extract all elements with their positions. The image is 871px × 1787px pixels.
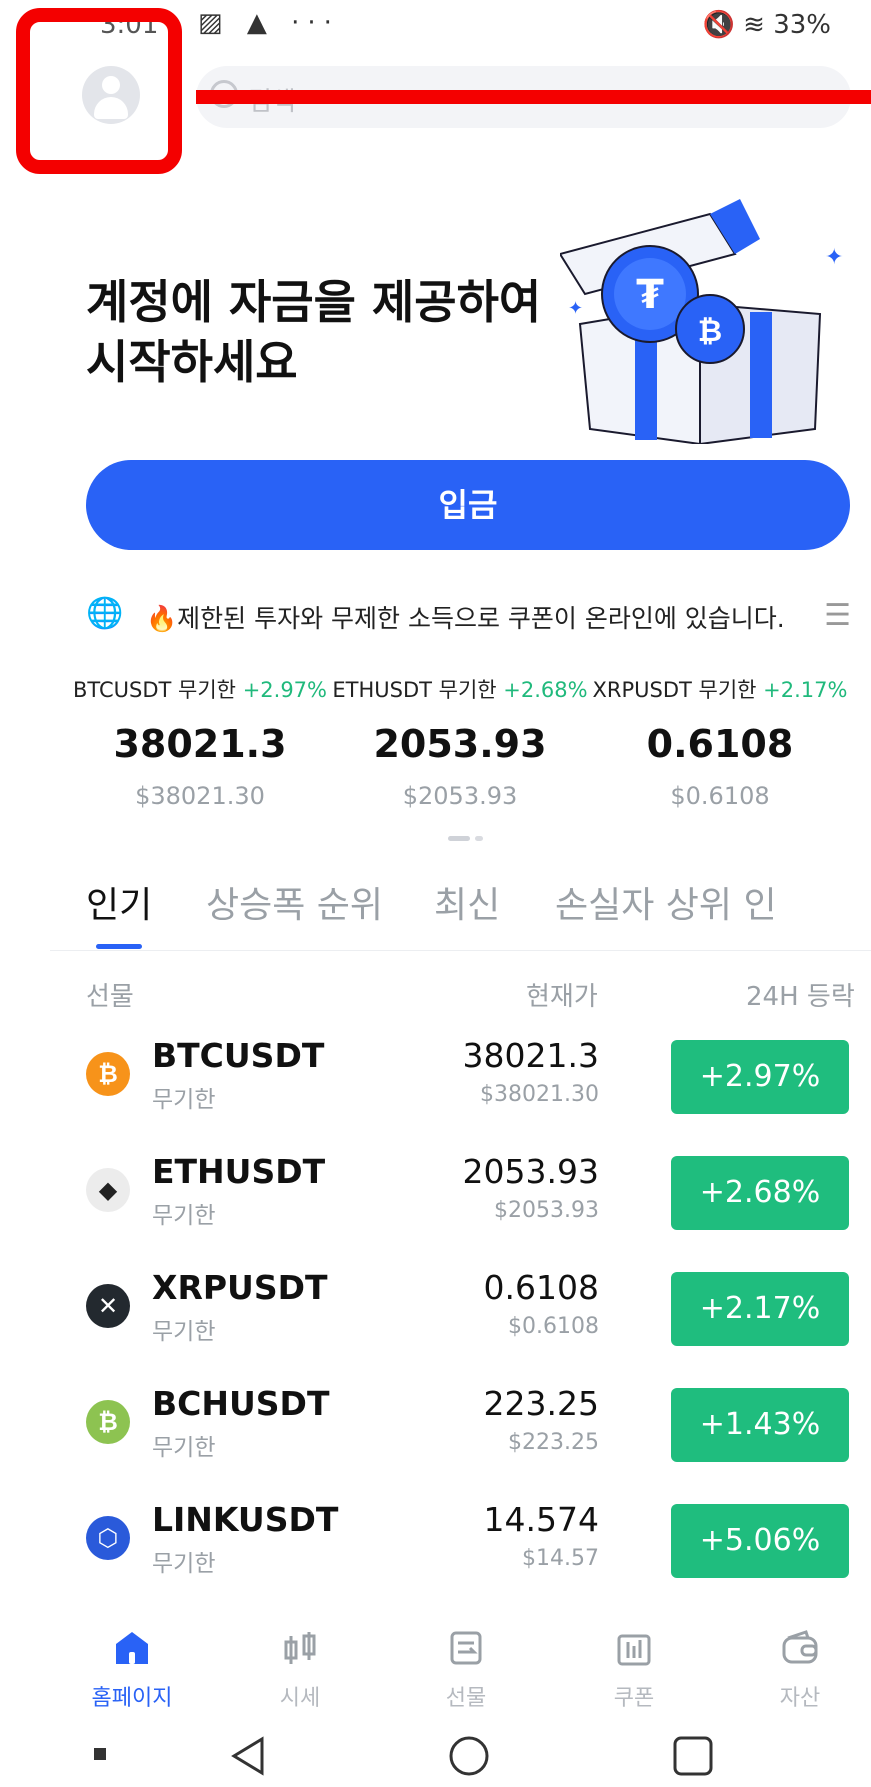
ticker-eth[interactable]: ETHUSDT 무기한 +2.68% 2053.93 $2053.93 <box>330 674 590 810</box>
coin-usd-price: $223.25 <box>508 1430 599 1455</box>
ticker-usd: $2053.93 <box>402 782 518 810</box>
system-back-icon[interactable] <box>228 1735 268 1787</box>
coin-usd-price: $0.6108 <box>508 1314 599 1339</box>
nav-label: 선물 <box>445 1686 487 1711</box>
ticker-usd: $0.6108 <box>670 782 770 810</box>
nav-futures[interactable]: 선물 <box>406 1628 526 1712</box>
coin-name: BCHUSDT <box>152 1384 330 1423</box>
eth-coin-icon: ◆ <box>86 1168 130 1212</box>
carousel-dots <box>448 826 488 841</box>
ticker-usd: $38021.30 <box>135 782 265 810</box>
col-header-futures: 선물 <box>86 982 134 1012</box>
deposit-button[interactable]: 입금 <box>86 460 850 550</box>
coin-name: LINKUSDT <box>152 1500 339 1539</box>
ticker-symbol: ETHUSDT 무기한 +2.68% <box>332 678 588 702</box>
table-row[interactable]: ✕ XRPUSDT 무기한 0.6108 $0.6108 +2.17% <box>0 1254 871 1370</box>
home-icon <box>72 1628 192 1672</box>
coin-price: 14.574 <box>483 1500 599 1539</box>
wallet-icon <box>740 1628 860 1672</box>
ticker-price: 2053.93 <box>373 722 547 766</box>
annotation-line <box>196 90 871 104</box>
ticker-change: +2.17% <box>763 678 848 702</box>
system-recents-icon[interactable] <box>672 1735 714 1787</box>
tab-newest[interactable]: 최신 <box>434 876 500 928</box>
bch-coin-icon: ₿ <box>86 1400 130 1444</box>
table-row[interactable]: ⬡ LINKUSDT 무기한 14.574 $14.57 +5.06% <box>0 1486 871 1602</box>
system-home-icon[interactable] <box>448 1735 490 1787</box>
hero-title: 계정에 자금을 제공하여 시작하세요 <box>86 272 541 392</box>
notification-icons: ▨ ▲ ··· <box>198 8 340 38</box>
link-coin-icon: ⬡ <box>86 1516 130 1560</box>
coin-contract-type: 무기한 <box>152 1435 216 1461</box>
nav-home[interactable]: 홈페이지 <box>72 1628 192 1712</box>
change-badge[interactable]: +2.97% <box>671 1040 849 1114</box>
ticker-price: 0.6108 <box>646 722 794 766</box>
svg-text:₮: ₮ <box>636 272 664 318</box>
coin-contract-type: 무기한 <box>152 1319 216 1345</box>
table-row[interactable]: ₿ BTCUSDT 무기한 38021.3 $38021.30 +2.97% <box>0 1022 871 1138</box>
change-badge[interactable]: +2.68% <box>671 1156 849 1230</box>
futures-icon <box>406 1628 526 1672</box>
globe-icon: 🌐 <box>86 596 124 631</box>
coin-contract-type: 무기한 <box>152 1203 216 1229</box>
coupon-icon <box>574 1628 694 1672</box>
coin-price: 2053.93 <box>462 1152 599 1191</box>
nav-label: 자산 <box>779 1686 821 1711</box>
nav-market[interactable]: 시세 <box>240 1628 360 1712</box>
nav-assets[interactable]: 자산 <box>740 1628 860 1712</box>
ticker-symbol: XRPUSDT 무기한 +2.17% <box>592 678 848 702</box>
btc-coin-icon: ₿ <box>86 1052 130 1096</box>
svg-text:₿: ₿ <box>698 314 722 349</box>
market-icon <box>240 1628 360 1672</box>
coin-name: ETHUSDT <box>152 1152 326 1191</box>
menu-icon[interactable]: ☰ <box>824 598 851 633</box>
coin-name: BTCUSDT <box>152 1036 325 1075</box>
ticker-change: +2.68% <box>503 678 588 702</box>
ticker-btc[interactable]: BTCUSDT 무기한 +2.97% 38021.3 $38021.30 <box>70 674 330 810</box>
ticker-change: +2.97% <box>242 678 327 702</box>
svg-text:✦: ✦ <box>825 245 843 270</box>
coin-price: 38021.3 <box>462 1036 599 1075</box>
nav-label: 쿠폰 <box>613 1686 655 1711</box>
status-right-icons: 🔇 ≋ 33% <box>702 10 831 40</box>
gift-box-illustration: ₮ ₿ ✦ ✦ ✦ <box>560 199 843 444</box>
tab-losers[interactable]: 손실자 상위 인 <box>555 876 777 928</box>
tab-popular[interactable]: 인기 <box>86 876 152 928</box>
coin-name: XRPUSDT <box>152 1268 328 1307</box>
coin-usd-price: $38021.30 <box>480 1082 599 1107</box>
hero-title-line2: 시작하세요 <box>86 335 298 389</box>
coin-price: 0.6108 <box>483 1268 599 1307</box>
table-row[interactable]: ◆ ETHUSDT 무기한 2053.93 $2053.93 +2.68% <box>0 1138 871 1254</box>
system-menu-icon[interactable] <box>94 1748 106 1760</box>
ticker-symbol: BTCUSDT 무기한 +2.97% <box>72 678 327 702</box>
change-badge[interactable]: +5.06% <box>671 1504 849 1578</box>
col-header-price: 현재가 <box>526 982 598 1012</box>
coin-contract-type: 무기한 <box>152 1087 216 1113</box>
tab-gainers[interactable]: 상승폭 순위 <box>206 876 383 928</box>
nav-coupon[interactable]: 쿠폰 <box>574 1628 694 1712</box>
announcement-text: 🔥제한된 투자와 무제한 소득으로 쿠폰이 온라인에 있습니다. <box>146 604 785 633</box>
coin-price: 223.25 <box>483 1384 599 1423</box>
nav-label: 홈페이지 <box>91 1686 173 1711</box>
tab-active-indicator <box>96 944 142 949</box>
coin-usd-price: $2053.93 <box>494 1198 599 1223</box>
coin-contract-type: 무기한 <box>152 1551 216 1577</box>
nav-label: 시세 <box>279 1686 321 1711</box>
change-badge[interactable]: +2.17% <box>671 1272 849 1346</box>
tab-divider <box>50 950 871 951</box>
coin-usd-price: $14.57 <box>522 1546 599 1571</box>
svg-text:✦: ✦ <box>568 298 583 319</box>
ticker-xrp[interactable]: XRPUSDT 무기한 +2.17% 0.6108 $0.6108 <box>590 674 850 810</box>
change-badge[interactable]: +1.43% <box>671 1388 849 1462</box>
table-row[interactable]: ₿ BCHUSDT 무기한 223.25 $223.25 +1.43% <box>0 1370 871 1486</box>
xrp-coin-icon: ✕ <box>86 1284 130 1328</box>
annotation-box <box>16 8 182 174</box>
col-header-change: 24H 등락 <box>746 982 855 1012</box>
ticker-price: 38021.3 <box>113 722 287 766</box>
hero-title-line1: 계정에 자금을 제공하여 <box>86 275 542 329</box>
announcement-bar[interactable]: 🌐 🔥제한된 투자와 무제한 소득으로 쿠폰이 온라인에 있습니다. ☰ <box>86 596 851 633</box>
